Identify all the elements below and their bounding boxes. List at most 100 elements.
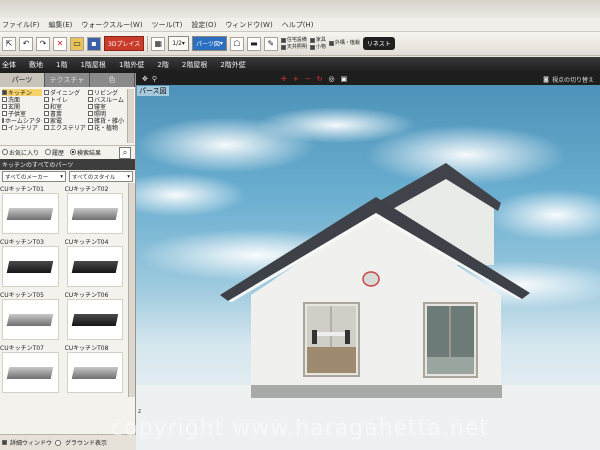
tab-1f-roof[interactable]: 1階屋根 <box>80 60 105 70</box>
category-item[interactable]: バスルーム <box>88 96 132 103</box>
camera-tilt-icon[interactable]: ⚲ <box>152 75 157 83</box>
part-item[interactable]: CUキッチンT09 <box>0 396 61 397</box>
part-item[interactable]: CUキッチンT01 <box>0 184 61 237</box>
tab-all[interactable]: 全体 <box>2 60 16 70</box>
grid-icon[interactable]: ▦ <box>151 36 166 51</box>
part-name: CUキッチンT03 <box>0 239 44 245</box>
part-item[interactable]: CUキッチンT10 <box>65 396 126 397</box>
category-item[interactable]: エクステリア <box>44 124 86 131</box>
tab-1f[interactable]: 1階 <box>56 60 67 70</box>
scale-select[interactable]: 1/2 ▾ <box>168 36 189 51</box>
tab-1f-wall[interactable]: 1階外壁 <box>119 60 144 70</box>
undo-icon[interactable]: ↶ <box>19 36 33 51</box>
check-equipment[interactable]: 住宅設備 <box>280 37 307 44</box>
tab-parts[interactable]: パーツ <box>0 73 45 87</box>
part-thumbnail <box>2 352 59 393</box>
checkbox-icon <box>280 44 286 50</box>
category-label: トイレ <box>50 97 69 103</box>
checkbox-icon <box>88 90 93 95</box>
category-item[interactable]: 寝室 <box>88 103 132 110</box>
category-item[interactable]: キッチン <box>2 89 42 96</box>
view-controls: ✛ + − ↻ ◎ ▣ <box>281 75 347 83</box>
badge-button[interactable]: リネスト <box>362 37 395 50</box>
save-icon[interactable]: ▪ <box>87 36 101 51</box>
delete-icon[interactable]: ✕ <box>53 36 67 51</box>
category-item[interactable]: 照明 <box>88 110 132 117</box>
kitchen-model-icon <box>71 207 118 220</box>
menu-help[interactable]: ヘルプ(H) <box>282 20 314 30</box>
category-item[interactable]: 玄関 <box>2 103 42 110</box>
tab-2f-wall[interactable]: 2階外壁 <box>220 60 245 70</box>
pencil-icon[interactable]: ✎ <box>263 36 278 51</box>
part-name: CUキッチンT09 <box>0 396 61 397</box>
part-item[interactable]: CUキッチンT04 <box>65 237 126 290</box>
parts-scrollbar[interactable] <box>128 183 135 397</box>
menu-settings[interactable]: 設定(O) <box>191 20 216 30</box>
category-item[interactable]: インテリア <box>2 124 42 131</box>
category-item[interactable]: リビング <box>88 89 132 96</box>
part-item[interactable]: CUキッチンT06 <box>65 290 126 343</box>
rotate-icon[interactable]: ↻ <box>317 75 323 83</box>
check-ceiling-light[interactable]: 天井照明 <box>280 44 307 51</box>
parts-view-select[interactable]: パーツ図 ▾ <box>191 36 227 51</box>
part-item[interactable]: CUキッチンT02 <box>65 184 126 237</box>
part-item[interactable]: CUキッチンT05 <box>0 290 61 343</box>
viewport-toolbar: ✥ ⚲ ✛ + − ↻ ◎ ▣ ◙ 視点の切り替え <box>136 73 600 85</box>
menu-tools[interactable]: ツール(T) <box>152 20 183 30</box>
category-item[interactable]: 花・植物 <box>88 124 132 131</box>
category-item[interactable]: 和室 <box>44 103 86 110</box>
category-item[interactable]: 家電 <box>44 117 86 124</box>
category-scrollbar[interactable] <box>127 89 134 143</box>
category-item[interactable]: 洗面 <box>2 96 42 103</box>
maker-select[interactable]: すべてのメーカー ▾ <box>2 171 66 182</box>
zoom-in-icon[interactable]: + <box>293 75 299 83</box>
part-thumbnail <box>66 352 123 393</box>
place-3d-button[interactable]: 3Dプレイス <box>104 36 145 51</box>
style-select[interactable]: すべてのスタイル ▾ <box>69 171 133 182</box>
category-label: 和室 <box>50 104 63 110</box>
tab-color[interactable]: 色 <box>90 73 135 87</box>
search-result-radio[interactable]: 検索結果 <box>70 148 101 157</box>
category-item[interactable]: 子供室 <box>2 110 42 117</box>
check-furniture[interactable]: 家具 <box>309 37 326 44</box>
fit-icon[interactable]: ▣ <box>341 75 348 83</box>
perspective-viewport[interactable]: ✥ ⚲ ✛ + − ↻ ◎ ▣ ◙ 視点の切り替え パース図 <box>136 73 600 450</box>
menu-file[interactable]: ファイル(F) <box>2 20 40 30</box>
viewpoint-switch[interactable]: ◙ 視点の切り替え <box>543 75 594 84</box>
menu-window[interactable]: ウィンドウ(W) <box>225 20 272 30</box>
category-item[interactable]: ホームシアター <box>2 117 42 124</box>
zoom-out-icon[interactable]: − <box>305 75 311 83</box>
toolbar-separator <box>147 35 149 52</box>
car-icon[interactable]: ▬ <box>246 36 261 51</box>
part-item[interactable]: CUキッチンT08 <box>65 343 126 396</box>
tab-2f-roof[interactable]: 2階屋根 <box>182 60 207 70</box>
part-item[interactable]: CUキッチンT07 <box>0 343 61 396</box>
camera-icon: ◙ <box>543 75 549 83</box>
history-radio[interactable]: 履歴 <box>45 148 64 157</box>
open-icon[interactable]: ▭ <box>70 36 84 51</box>
kitchen-model-icon <box>7 366 54 379</box>
part-item[interactable]: CUキッチンT03 <box>0 237 61 290</box>
menu-edit[interactable]: 編集(E) <box>49 20 73 30</box>
move-icon[interactable]: ✛ <box>281 75 287 83</box>
target-icon[interactable]: ◎ <box>329 75 335 83</box>
category-label: インテリア <box>8 125 39 131</box>
tab-texture[interactable]: テクスチャ <box>45 73 90 87</box>
menu-walkthrough[interactable]: ウォークスルー(W) <box>81 20 142 30</box>
redo-icon[interactable]: ↷ <box>36 36 50 51</box>
radio-icon <box>2 149 8 155</box>
walk-icon[interactable]: ✥ <box>142 75 148 83</box>
search-result-label: 検索結果 <box>77 150 102 157</box>
check-exterior[interactable]: 外構・植栽 <box>328 40 360 47</box>
category-item[interactable]: 書斎 <box>44 110 86 117</box>
tab-site[interactable]: 敷地 <box>29 60 43 70</box>
favorites-radio[interactable]: お気に入り <box>2 148 39 157</box>
select-tool-icon[interactable]: ⇱ <box>2 36 16 51</box>
check-accessories[interactable]: 小物 <box>309 44 326 51</box>
category-item[interactable]: ダイニング <box>44 89 86 96</box>
category-item[interactable]: トイレ <box>44 96 86 103</box>
furniture-icon[interactable]: ☖ <box>229 36 244 51</box>
category-item[interactable]: 雑貨・雑小 <box>88 117 132 124</box>
search-icon[interactable]: ⌕ <box>119 146 131 159</box>
tab-2f[interactable]: 2階 <box>157 60 168 70</box>
